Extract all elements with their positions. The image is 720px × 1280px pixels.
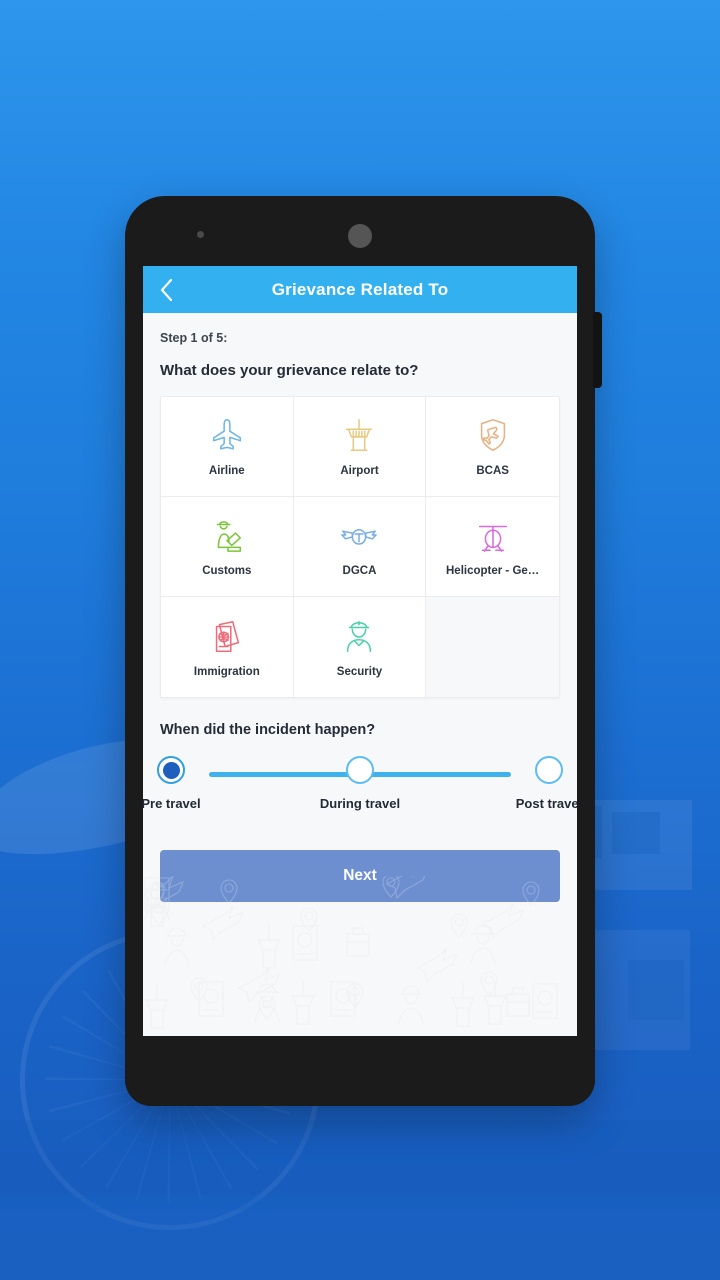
timeline-dot — [157, 756, 185, 784]
phone-side-button[interactable] — [593, 312, 602, 388]
question-grievance-type: What does your grievance relate to? — [160, 362, 419, 379]
category-cell-helicopter-ge[interactable]: Helicopter - Ge… — [426, 497, 559, 597]
timeline-option-pre-travel[interactable]: Pre travel — [143, 756, 209, 811]
category-label: Security — [336, 665, 383, 678]
category-label: Customs — [202, 565, 252, 577]
question-incident-time: When did the incident happen? — [160, 722, 376, 738]
phone-speaker-grill — [348, 224, 372, 248]
back-button[interactable] — [143, 266, 189, 313]
category-label: Airline — [208, 465, 245, 477]
category-label: DGCA — [342, 565, 377, 577]
timeline-label: Pre travel — [143, 796, 201, 811]
app-screen: Grievance Related To Step 1 of 5: What d… — [143, 266, 577, 1036]
page-title: Grievance Related To — [271, 279, 449, 299]
category-label: Airport — [340, 465, 379, 477]
timeline-label: During travel — [319, 796, 401, 811]
category-label: BCAS — [476, 465, 509, 477]
phone-device-frame: Grievance Related To Step 1 of 5: What d… — [125, 196, 602, 1106]
customs-officer-icon — [216, 521, 241, 552]
timeline-option-during-travel[interactable]: During travel — [319, 756, 401, 811]
promo-background: Grievance Related To Step 1 of 5: What d… — [0, 0, 720, 1280]
background-building-b — [612, 812, 660, 854]
timeline-option-post-travel[interactable]: Post travel — [511, 756, 577, 811]
background-band-upper — [0, 1120, 720, 1210]
passport-icon — [215, 620, 239, 652]
background-band-lower — [0, 1195, 720, 1280]
shield-plane-icon — [480, 419, 505, 451]
next-button[interactable]: Next — [160, 850, 560, 902]
category-cell-security[interactable]: Security — [293, 597, 427, 697]
security-officer-icon — [347, 620, 372, 652]
category-cell-airport[interactable]: Airport — [293, 397, 427, 497]
category-label: Immigration — [193, 665, 260, 678]
background-building-e — [628, 960, 684, 1020]
category-cell-empty — [426, 597, 559, 697]
airplane-icon — [212, 419, 241, 450]
category-cell-immigration[interactable]: Immigration — [161, 597, 294, 697]
chevron-left-icon — [160, 278, 173, 301]
timeline-dot — [535, 756, 563, 784]
category-cell-customs[interactable]: Customs — [161, 497, 294, 597]
category-cell-bcas[interactable]: BCAS — [426, 397, 559, 497]
step-indicator: Step 1 of 5: — [160, 331, 228, 345]
phone-sensor-dot — [197, 231, 204, 238]
incident-timeline-selector: Pre travel During travel Post travel — [143, 756, 577, 820]
category-cell-dgca[interactable]: DGCA — [293, 497, 427, 597]
timeline-label: Post travel — [515, 796, 577, 811]
control-tower-icon — [346, 419, 373, 451]
pilot-wings-icon — [341, 529, 378, 545]
timeline-dot — [346, 756, 374, 784]
page-body: Step 1 of 5: What does your grievance re… — [143, 313, 577, 1036]
category-label: Helicopter - Ge… — [446, 565, 540, 577]
category-cell-airline[interactable]: Airline — [161, 397, 294, 497]
category-grid: Airline Airport BCAS Customs DGCA Helicopter … — [160, 396, 560, 698]
app-header-bar: Grievance Related To — [143, 266, 577, 313]
helicopter-icon — [478, 525, 507, 552]
